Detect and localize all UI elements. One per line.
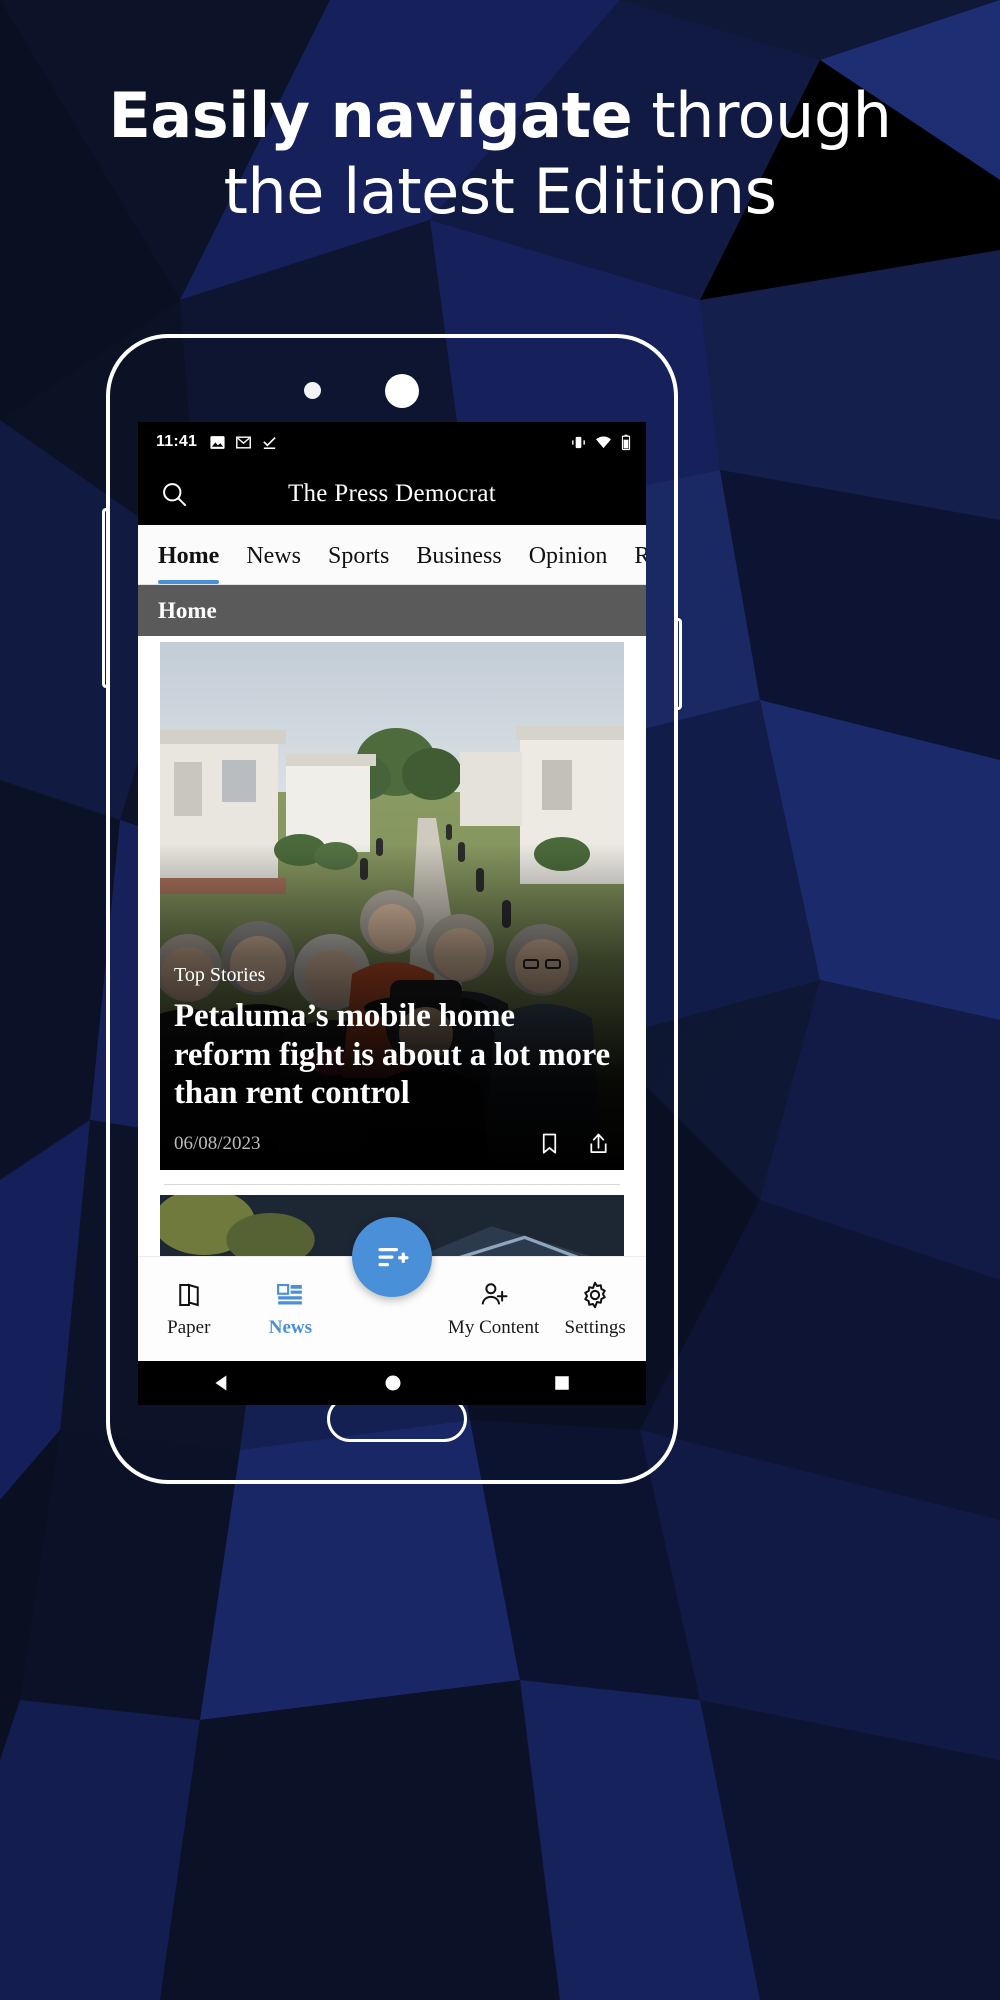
gear-icon [584,1281,606,1308]
android-status-bar: 11:41 [138,422,646,462]
promo-headline: Easily navigate through the latest Editi… [0,78,1000,229]
tab-opinion[interactable]: Opinion [529,543,608,584]
bottom-nav-paper[interactable]: Paper [138,1280,240,1339]
bottom-nav-settings-label: Settings [564,1316,626,1338]
tab-sports[interactable]: Sports [328,543,389,584]
back-icon[interactable] [213,1373,233,1393]
wifi-icon [596,436,611,448]
headline-line-2: the latest Editions [223,154,777,228]
search-icon[interactable] [160,480,188,508]
volume-button [102,508,107,688]
headline-line-1: Easily navigate through [0,78,1000,154]
tab-business[interactable]: Business [416,543,501,584]
publication-logo: The Press Democrat [287,479,497,507]
bottom-nav-news[interactable]: News [240,1280,342,1339]
bottom-nav-my-content-label: My Content [447,1316,540,1338]
share-icon[interactable] [587,1131,610,1156]
add-person-icon [481,1282,508,1304]
status-time: 11:41 [156,433,198,450]
tab-read[interactable]: Rea [634,543,646,584]
paper-icon [179,1283,199,1306]
article-date: 06/08/2023 [174,1132,261,1154]
app-masthead: The Press Democrat [138,462,646,525]
feature-article-card[interactable]: Top Stories Petaluma’s mobile home refor… [160,642,624,1170]
bookmark-icon[interactable] [538,1131,561,1156]
section-header-home: Home [138,585,646,636]
feed-divider [164,1184,620,1185]
vibrate-icon [572,436,585,448]
power-button [677,618,682,710]
bottom-navigation-bar[interactable]: Paper News My Content Settings [138,1217,646,1361]
tab-news[interactable]: News [246,543,301,584]
article-feed: Top Stories Petaluma’s mobile home refor… [138,636,646,1315]
headline-normal: through [632,79,892,152]
news-icon [277,1283,303,1304]
gmail-icon [236,435,251,449]
bottom-nav-paper-label: Paper [167,1316,211,1338]
recents-icon[interactable] [553,1374,571,1392]
earpiece-dot [385,374,419,408]
article-footer: 06/08/2023 [174,1131,610,1156]
image-icon [210,435,225,449]
front-camera-dot [304,382,321,399]
home-icon[interactable] [383,1373,403,1393]
article-overlay-text: Top Stories Petaluma’s mobile home refor… [174,964,610,1156]
phone-screen: 11:41 The Press Democrat Home News Sport… [138,422,646,1405]
battery-icon [621,434,631,450]
bottom-nav-my-content[interactable]: My Content [443,1280,545,1339]
bottom-nav-news-label: News [268,1316,313,1338]
bottom-nav-settings[interactable]: Settings [544,1280,646,1339]
section-tab-bar[interactable]: Home News Sports Business Opinion Rea [138,525,646,585]
android-system-nav[interactable] [138,1361,646,1405]
tab-home[interactable]: Home [158,543,220,584]
article-headline: Petaluma’s mobile home reform fight is a… [174,998,610,1112]
article-kicker: Top Stories [174,964,266,987]
check-download-icon [263,436,276,449]
headline-strong: Easily navigate [108,79,633,152]
